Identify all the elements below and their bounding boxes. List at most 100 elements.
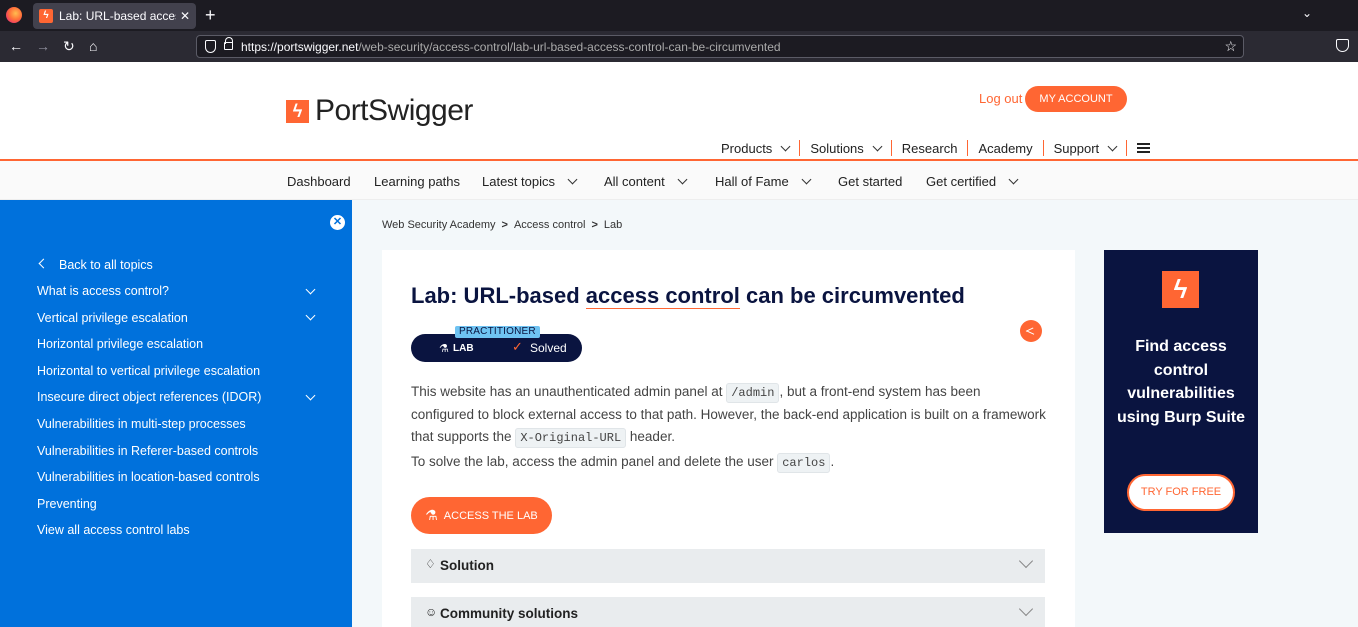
chevron-down-icon	[1018, 601, 1034, 617]
access-the-lab-button[interactable]: ⚗ ACCESS THE LAB	[411, 497, 552, 534]
lab-description: This website has an unauthenticated admi…	[411, 381, 1047, 449]
divider	[1042, 140, 1044, 156]
page-title: Lab: URL-based access control can be cir…	[411, 283, 965, 309]
subnav-learning-paths[interactable]: Learning paths	[374, 174, 460, 189]
sidebar-item-idor[interactable]: Insecure direct object references (IDOR)	[37, 390, 261, 404]
subnav-dashboard[interactable]: Dashboard	[287, 174, 351, 189]
reload-icon[interactable]: ↻	[63, 38, 75, 54]
nav-research[interactable]: Research	[902, 141, 958, 156]
lab-card: Lab: URL-based access control can be cir…	[382, 250, 1075, 627]
subnav-latest-topics[interactable]: Latest topics	[482, 174, 578, 189]
community-icon: ☺	[425, 605, 438, 619]
nav-academy[interactable]: Academy	[978, 141, 1032, 156]
close-sidebar-icon[interactable]: ✕	[330, 215, 345, 230]
chevron-left-icon	[38, 258, 49, 269]
sidebar-item-preventing[interactable]: Preventing	[37, 497, 97, 511]
breadcrumb: Web Security Academy > Access control > …	[382, 219, 622, 231]
chevron-down-icon[interactable]	[305, 284, 316, 295]
logo-text: PortSwigger	[315, 94, 473, 127]
browser-tab[interactable]: ϟ Lab: URL-based access co ✕	[33, 3, 196, 29]
chevron-down-icon	[780, 141, 791, 151]
nav-support[interactable]: Support	[1054, 141, 1118, 156]
nav-solutions[interactable]: Solutions	[810, 141, 883, 156]
difficulty-badge: PRACTITIONER	[455, 326, 540, 338]
sidebar-item-multi-step[interactable]: Vulnerabilities in multi-step processes	[37, 417, 246, 431]
chevron-down-icon	[567, 174, 578, 185]
ad-headline: Find access control vulnerabilities usin…	[1117, 338, 1245, 426]
breadcrumb-separator-icon: >	[591, 219, 598, 231]
back-to-topics-link[interactable]: Back to all topics	[59, 258, 153, 272]
sidebar-item-view-all-labs[interactable]: View all access control labs	[37, 523, 190, 537]
subnav-hall-of-fame[interactable]: Hall of Fame	[715, 174, 812, 189]
academy-subnav: Dashboard Learning paths Latest topics A…	[0, 161, 1358, 200]
bookmark-star-icon[interactable]: ☆	[1224, 38, 1237, 55]
browser-tab-bar: ϟ Lab: URL-based access co ✕ + ⌄	[0, 0, 1358, 31]
solution-accordion[interactable]: ♢ Solution	[411, 549, 1045, 583]
chevron-down-icon	[1107, 141, 1118, 151]
community-solutions-accordion[interactable]: ☺ Community solutions	[411, 597, 1045, 627]
lab-objective: To solve the lab, access the admin panel…	[411, 453, 834, 473]
solved-label: Solved	[530, 341, 567, 355]
forward-arrow-icon[interactable]: →	[36, 38, 50, 54]
divider	[967, 140, 969, 156]
try-for-free-button[interactable]: TRY FOR FREE	[1127, 474, 1235, 511]
tab-title: Lab: URL-based access co	[59, 9, 176, 23]
lab-status-badge: ⚗ LAB ✓ Solved	[411, 334, 582, 362]
code-carlos: carlos	[777, 453, 831, 473]
nav-products[interactable]: Products	[721, 141, 791, 156]
portswigger-logo[interactable]: ϟ PortSwigger	[286, 94, 473, 128]
breadcrumb-lab[interactable]: Lab	[604, 219, 622, 231]
chevron-down-icon[interactable]: ⌄	[1302, 6, 1312, 20]
breadcrumb-separator-icon: >	[501, 219, 508, 231]
sidebar-item-horizontal-to-vertical[interactable]: Horizontal to vertical privilege escalat…	[37, 364, 260, 378]
sidebar-item-horizontal-privilege-escalation[interactable]: Horizontal privilege escalation	[37, 337, 203, 351]
chevron-down-icon	[801, 174, 812, 185]
chevron-down-icon[interactable]	[305, 310, 316, 321]
share-icon[interactable]	[1020, 320, 1042, 342]
new-tab-plus-icon[interactable]: +	[205, 5, 216, 26]
code-admin: /admin	[726, 383, 780, 403]
flask-icon: ⚗	[425, 507, 438, 523]
url-bar[interactable]: https://portswigger.net/web-security/acc…	[196, 35, 1244, 58]
breadcrumb-access-control[interactable]: Access control	[514, 219, 586, 231]
home-icon[interactable]: ⌂	[89, 38, 97, 54]
divider	[890, 140, 892, 156]
close-icon[interactable]: ✕	[180, 9, 190, 23]
breadcrumb-academy[interactable]: Web Security Academy	[382, 219, 496, 231]
subnav-all-content[interactable]: All content	[604, 174, 688, 189]
sidebar-item-what-is-access-control[interactable]: What is access control?	[37, 284, 169, 298]
lightbulb-icon: ♢	[425, 557, 436, 571]
divider	[799, 140, 801, 156]
lock-icon[interactable]	[224, 37, 233, 50]
site-header: ϟ PortSwigger Log out MY ACCOUNT Product…	[0, 62, 1358, 160]
sidebar-item-location-based[interactable]: Vulnerabilities in location-based contro…	[37, 470, 260, 484]
my-account-button[interactable]: MY ACCOUNT	[1025, 86, 1127, 112]
subnav-get-started[interactable]: Get started	[838, 174, 902, 189]
logout-link[interactable]: Log out	[979, 91, 1022, 106]
main-nav: Products Solutions Research Academy Supp…	[721, 140, 1151, 156]
portswigger-logo-icon: ϟ	[286, 99, 309, 123]
burp-logo-icon: ϟ	[1162, 271, 1199, 308]
firefox-icon[interactable]	[6, 7, 22, 23]
shield-icon[interactable]	[205, 40, 216, 53]
portswigger-favicon-icon: ϟ	[39, 9, 53, 23]
chevron-down-icon	[872, 141, 883, 151]
lab-type-label: LAB	[453, 343, 474, 354]
topic-sidebar: ✕ Back to all topics What is access cont…	[0, 200, 352, 627]
subnav-get-certified[interactable]: Get certified	[926, 174, 1019, 189]
chevron-down-icon	[677, 174, 688, 185]
chevron-down-icon[interactable]	[305, 390, 316, 401]
code-x-original-url: X-Original-URL	[515, 428, 627, 448]
browser-toolbar: ← → ↻ ⌂ https://portswigger.net/web-secu…	[0, 31, 1358, 62]
burp-suite-ad: ϟ Find access control vulnerabilities us…	[1104, 250, 1258, 533]
back-arrow-icon[interactable]: ←	[9, 38, 23, 54]
check-icon: ✓	[512, 339, 523, 354]
divider	[1126, 140, 1128, 156]
url-text: https://portswigger.net/web-security/acc…	[241, 40, 781, 54]
chevron-down-icon	[1018, 553, 1034, 569]
hamburger-menu-icon[interactable]	[1137, 143, 1151, 153]
flask-icon: ⚗	[439, 343, 449, 355]
sidebar-item-referer-based[interactable]: Vulnerabilities in Referer-based control…	[37, 444, 258, 458]
pocket-icon[interactable]	[1336, 39, 1349, 52]
sidebar-item-vertical-privilege-escalation[interactable]: Vertical privilege escalation	[37, 311, 188, 325]
